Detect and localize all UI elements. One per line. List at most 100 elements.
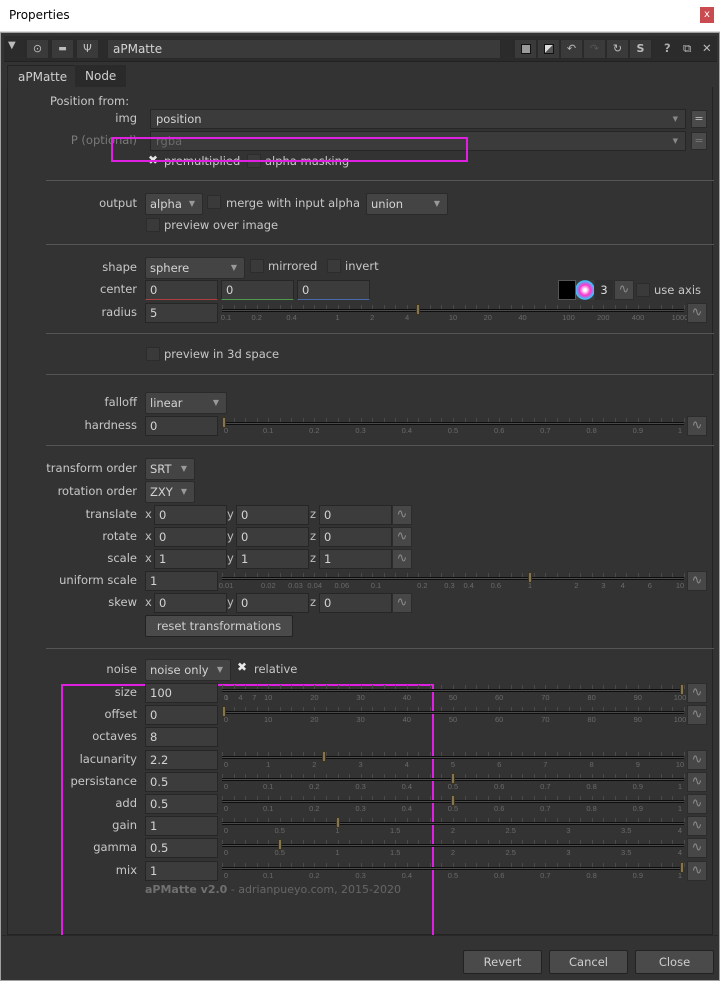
hardness-slider[interactable]: 0 0.1 0.2 0.3 0.4 0.5 0.6 0.7 0.8 0.9 1 [222, 414, 685, 436]
size-slider[interactable]: 0 1 4 7 10 20 30 40 50 60 70 80 90 100 [222, 681, 686, 703]
size-input[interactable]: 100 [145, 683, 218, 703]
mask-icon[interactable] [537, 39, 560, 59]
lacunarity-slider[interactable]: 0 1 2 3 4 5 6 7 8 9 10 [222, 748, 685, 770]
undo-icon[interactable]: ↶ [560, 39, 583, 59]
slider-track[interactable] [222, 822, 684, 825]
relative-checkbox[interactable]: ✖ [235, 661, 249, 675]
slider-handle[interactable] [222, 417, 226, 428]
node-name-input[interactable]: aPMatte [107, 39, 501, 59]
animation-curve-icon[interactable]: ∿ [392, 527, 412, 547]
merge-mode-dropdown[interactable]: union ▼ [366, 193, 448, 215]
animation-curve-icon[interactable]: ∿ [687, 683, 707, 703]
gamma-slider[interactable]: 0 0.5 1 1.5 2 2.5 3 3.5 4 [222, 836, 685, 858]
slider-handle[interactable] [451, 773, 455, 784]
float-icon[interactable]: ⧉ [683, 41, 691, 56]
rotate-y-input[interactable]: 0 [236, 527, 309, 547]
help-icon[interactable]: ? [664, 41, 671, 55]
animation-curve-icon[interactable]: ∿ [687, 861, 707, 881]
octaves-input[interactable]: 8 [145, 727, 218, 747]
img-dropdown[interactable]: position ▼ [150, 109, 686, 129]
scale-z-input[interactable]: 1 [319, 549, 392, 569]
gamma-input[interactable]: 0.5 [145, 838, 218, 858]
slider-handle[interactable] [680, 684, 684, 695]
slider-handle[interactable] [321, 751, 326, 762]
redo-icon[interactable]: ↷ [583, 39, 606, 59]
slider-handle[interactable] [528, 572, 532, 583]
animation-curve-icon[interactable]: ∿ [614, 280, 634, 300]
animation-curve-icon[interactable]: ∿ [392, 549, 412, 569]
s-icon[interactable]: S [629, 39, 652, 59]
add-slider[interactable]: 0 0.1 0.2 0.3 0.4 0.5 0.6 0.7 0.8 0.9 1 [222, 792, 685, 814]
skew-y-input[interactable]: 0 [236, 593, 309, 613]
use-axis-checkbox[interactable] [636, 283, 650, 297]
reset-transformations-button[interactable]: reset transformations [145, 615, 293, 637]
slider-track[interactable] [222, 689, 684, 692]
color-wheel-icon[interactable] [576, 280, 594, 300]
shape-dropdown[interactable]: sphere ▼ [145, 257, 245, 279]
slider-handle[interactable] [277, 839, 282, 850]
animation-curve-icon[interactable]: ∿ [392, 505, 412, 525]
window-close-button[interactable]: x [700, 7, 714, 23]
translate-z-input[interactable]: 0 [319, 505, 392, 525]
merge-checkbox[interactable] [207, 195, 221, 209]
center-y-input[interactable]: 0 [221, 280, 294, 300]
animation-curve-icon[interactable]: ∿ [687, 750, 707, 770]
slider-track[interactable] [222, 577, 684, 580]
cancel-button[interactable]: Cancel [549, 950, 628, 974]
noise-dropdown[interactable]: noise only ▼ [145, 659, 231, 681]
slider-track[interactable] [222, 867, 684, 870]
input-icon[interactable]: ▬ [51, 39, 74, 59]
uniform-scale-input[interactable]: 1 [145, 571, 218, 591]
persistance-slider[interactable]: 0 0.1 0.2 0.3 0.4 0.5 0.6 0.7 0.8 0.9 1 [222, 770, 685, 792]
hardness-input[interactable]: 0 [145, 416, 218, 436]
invert-checkbox[interactable] [327, 259, 341, 273]
animation-curve-icon[interactable]: ∿ [687, 416, 707, 436]
animation-curve-icon[interactable]: ∿ [687, 303, 707, 323]
animation-curve-icon[interactable]: ∿ [687, 816, 707, 836]
viewer-icon[interactable]: ⊙ [26, 39, 49, 59]
rotate-z-input[interactable]: 0 [319, 527, 392, 547]
add-input[interactable]: 0.5 [145, 794, 218, 814]
rotation-order-dropdown[interactable]: ZXY ▼ [145, 481, 195, 503]
mirrored-checkbox[interactable] [250, 259, 264, 273]
falloff-dropdown[interactable]: linear ▼ [145, 392, 227, 414]
persistance-input[interactable]: 0.5 [145, 772, 218, 792]
wrench-icon[interactable]: Ψ [76, 39, 99, 59]
animation-curve-icon[interactable]: ∿ [687, 838, 707, 858]
close-icon[interactable]: ✕ [702, 41, 712, 55]
radius-input[interactable]: 5 [145, 303, 218, 323]
translate-x-input[interactable]: 0 [154, 505, 227, 525]
color-swatch-icon[interactable] [514, 39, 537, 59]
tab-node[interactable]: Node [75, 65, 127, 87]
output-dropdown[interactable]: alpha ▼ [145, 193, 203, 215]
color-picker-icon[interactable] [558, 280, 576, 300]
slider-handle[interactable] [416, 304, 421, 315]
channel-count[interactable]: 3 [595, 280, 613, 300]
skew-z-input[interactable]: 0 [319, 593, 392, 613]
tab-apmatte[interactable]: aPMatte [7, 65, 79, 87]
mix-input[interactable]: 1 [145, 861, 218, 881]
animation-curve-icon[interactable]: ∿ [687, 705, 707, 725]
slider-track[interactable] [222, 844, 684, 847]
gain-slider[interactable]: 0 0.5 1 1.5 2 2.5 3 3.5 4 [222, 814, 685, 836]
center-z-input[interactable]: 0 [297, 280, 370, 300]
slider-handle[interactable] [680, 862, 684, 873]
animation-curve-icon[interactable]: ∿ [687, 571, 707, 591]
revert-icon[interactable]: ↻ [606, 39, 629, 59]
center-x-input[interactable]: 0 [145, 280, 218, 300]
close-button[interactable]: Close [635, 950, 714, 974]
slider-track[interactable] [222, 711, 684, 714]
collapse-icon[interactable]: ▼ [8, 40, 16, 51]
preview-3d-checkbox[interactable] [146, 347, 160, 361]
slider-track[interactable] [222, 756, 684, 759]
animation-curve-icon[interactable]: ∿ [392, 593, 412, 613]
animation-curve-icon[interactable]: ∿ [687, 772, 707, 792]
p-link-button[interactable]: = [691, 132, 707, 150]
transform-order-dropdown[interactable]: SRT ▼ [145, 458, 195, 480]
slider-track[interactable] [222, 309, 684, 312]
slider-handle[interactable] [451, 795, 455, 806]
revert-button[interactable]: Revert [463, 950, 542, 974]
skew-x-input[interactable]: 0 [154, 593, 227, 613]
preview-over-image-checkbox[interactable] [146, 218, 160, 232]
img-link-button[interactable]: = [691, 110, 707, 128]
